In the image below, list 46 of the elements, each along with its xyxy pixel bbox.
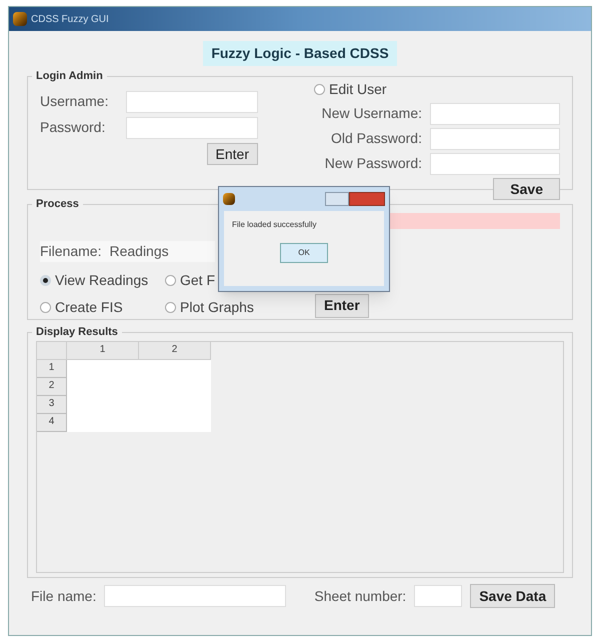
- enter-button[interactable]: Enter: [315, 294, 369, 318]
- radio-label: Edit User: [329, 80, 387, 98]
- save-data-button[interactable]: Save Data: [470, 584, 556, 608]
- radio-button[interactable]: [40, 274, 51, 286]
- input-field[interactable]: [430, 102, 560, 124]
- panel-title: Login Admin: [35, 69, 104, 84]
- radio-label: Get F: [180, 270, 216, 290]
- radio-label: Plot Graphs: [180, 298, 254, 317]
- app-icon: [13, 12, 27, 26]
- app-heading: Fuzzy Logic - Based CDSS: [203, 41, 397, 66]
- input-field[interactable]: [126, 90, 258, 112]
- row-header: 2: [37, 378, 67, 396]
- input-field[interactable]: [430, 128, 560, 150]
- radio-button[interactable]: [165, 302, 176, 312]
- field-label: Username:: [40, 92, 110, 111]
- app-icon: [223, 193, 235, 205]
- filename-text: Filename: Readings: [40, 240, 215, 262]
- field-label: File name:: [31, 586, 96, 606]
- radio-label: Create FIS: [55, 298, 123, 316]
- row-header: 1: [37, 360, 67, 378]
- radio-button[interactable]: [314, 84, 325, 94]
- radio-button[interactable]: [165, 274, 176, 286]
- enter-button[interactable]: Enter: [206, 142, 258, 164]
- field-label: Password:: [40, 118, 106, 137]
- field-label: Sheet number:: [314, 586, 406, 606]
- radio-button[interactable]: [40, 302, 51, 312]
- input-field[interactable]: [126, 116, 258, 138]
- close-button[interactable]: [349, 192, 385, 206]
- radio-label: View Readings: [55, 270, 148, 290]
- window-title: CDSS Fuzzy GUI: [31, 12, 109, 26]
- input-field[interactable]: [104, 585, 286, 607]
- column-header: 2: [139, 342, 211, 360]
- row-header: 3: [37, 396, 67, 414]
- field-label: Old Password:: [330, 129, 422, 148]
- column-header: 1: [67, 342, 139, 360]
- field-label: New Username:: [320, 104, 422, 123]
- ok-button[interactable]: OK: [280, 243, 328, 263]
- row-header: 4: [37, 414, 67, 432]
- input-field[interactable]: [414, 585, 462, 607]
- panel-title: Process: [35, 197, 80, 212]
- panel-title: Display Results: [35, 325, 119, 340]
- minimize-button[interactable]: [325, 192, 349, 206]
- input-field[interactable]: [430, 152, 560, 174]
- field-label: New Password:: [324, 154, 422, 173]
- dialog-message: File loaded successfully: [232, 219, 318, 231]
- save-button[interactable]: Save: [493, 178, 560, 200]
